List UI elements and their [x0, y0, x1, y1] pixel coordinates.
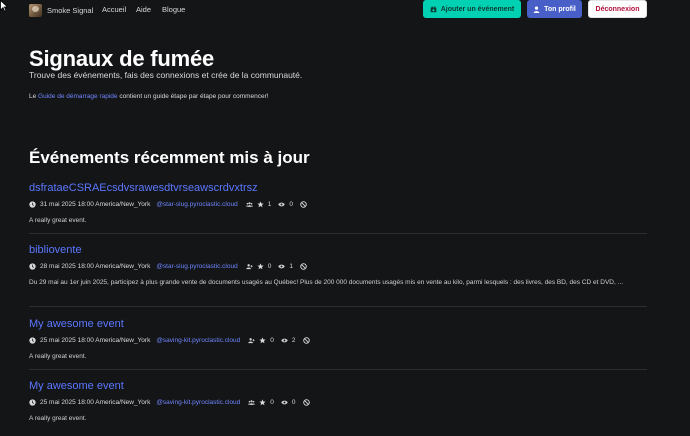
clock-icon [29, 262, 36, 270]
users-icon [245, 201, 253, 207]
event-item: bibliovente 28 mai 2025 18:00 America/Ne… [29, 240, 647, 288]
clock-icon [29, 398, 36, 406]
star-icon [257, 200, 264, 207]
event-description: A really great event. [29, 353, 87, 360]
event-title-link[interactable]: My awesome event [29, 318, 124, 330]
event-date: 31 mai 2025 18:00 America/New_York [40, 200, 151, 208]
star-count: 0 [270, 398, 274, 406]
divider [29, 306, 647, 307]
brand-logo-icon [29, 3, 42, 17]
event-date: 28 mai 2025 18:00 America/New_York [40, 262, 151, 270]
top-navbar: Smoke Signal Accueil Aide Blogue Ajouter… [0, 0, 690, 20]
view-count: 2 [291, 336, 296, 344]
star-count: 0 [267, 262, 272, 270]
users-icon [248, 399, 256, 405]
event-item: dsfrataeCSRAEcsdvsrawesdtvrseawscrdvxtrs… [29, 178, 647, 226]
guide-suffix: contient un guide étape par étape pour c… [117, 93, 269, 100]
guide-text: Le Guide de démarrage rapide contient un… [29, 93, 269, 100]
clock-icon [29, 336, 36, 344]
event-item: My awesome event 25 mai 2025 18:00 Ameri… [29, 314, 647, 362]
event-date: 25 mai 2025 18:00 America/New_York [40, 398, 151, 406]
view-count: 1 [289, 262, 293, 270]
star-count: 0 [270, 336, 274, 344]
brand-link[interactable]: Smoke Signal [29, 3, 93, 17]
event-meta: 28 mai 2025 18:00 America/New_York @star… [29, 261, 647, 271]
event-organizer-link[interactable]: @saving-kit.pyroclastic.cloud [156, 337, 240, 344]
event-organizer-link[interactable]: @star-slug.pyroclastic.cloud [156, 201, 237, 208]
nav-link-blog[interactable]: Blogue [162, 5, 185, 14]
brand-name: Smoke Signal [47, 5, 94, 15]
event-description: A really great event. [29, 217, 87, 224]
event-title-link[interactable]: bibliovente [29, 244, 82, 256]
user-icon [533, 5, 540, 13]
event-meta: 25 mai 2025 18:00 America/New_York @savi… [29, 397, 647, 407]
user-plus-icon [246, 263, 253, 269]
quickstart-guide-link[interactable]: Guide de démarrage rapide [38, 93, 118, 100]
nav-link-home[interactable]: Accueil [102, 5, 126, 14]
ban-icon [302, 398, 310, 406]
view-count: 0 [289, 200, 293, 208]
logout-button[interactable]: Déconnexion [588, 0, 647, 18]
event-organizer-link[interactable]: @star-slug.pyroclastic.cloud [156, 263, 237, 270]
event-item: My awesome event 25 mai 2025 18:00 Ameri… [29, 376, 647, 424]
ban-icon [300, 262, 307, 270]
event-meta: 25 mai 2025 18:00 America/New_York @savi… [29, 335, 647, 345]
guide-prefix: Le [29, 93, 39, 100]
profile-label: Ton profil [544, 5, 576, 13]
add-event-button[interactable]: Ajouter un événement [423, 0, 521, 18]
ban-icon [302, 336, 310, 344]
event-description: A really great event. [29, 415, 87, 422]
eye-icon [281, 338, 288, 342]
divider [29, 369, 647, 370]
star-icon [259, 398, 266, 405]
eye-icon [278, 202, 286, 206]
clock-icon [29, 200, 36, 208]
event-description: Du 29 mai au 1er juin 2025, participez à… [29, 279, 623, 286]
event-title-link[interactable]: My awesome event [29, 380, 124, 392]
divider [29, 233, 647, 234]
logout-label: Déconnexion [595, 5, 640, 13]
star-icon [257, 262, 264, 269]
profile-button[interactable]: Ton profil [527, 0, 582, 18]
eye-icon [278, 264, 286, 268]
nav-link-help[interactable]: Aide [136, 5, 151, 14]
user-plus-icon [248, 337, 255, 343]
event-organizer-link[interactable]: @saving-kit.pyroclastic.cloud [156, 399, 240, 406]
event-meta: 31 mai 2025 18:00 America/New_York @star… [29, 199, 647, 209]
ban-icon [300, 200, 307, 208]
section-title: Événements récemment mis à jour [29, 148, 310, 167]
calendar-plus-icon [430, 5, 437, 12]
event-date: 25 mai 2025 18:00 America/New_York [40, 336, 151, 344]
event-title-link[interactable]: dsfrataeCSRAEcsdvsrawesdtvrseawscrdvxtrs… [29, 182, 258, 194]
add-event-label: Ajouter un événement [440, 5, 515, 13]
star-count: 1 [267, 200, 272, 208]
page-title: Signaux de fumée [29, 46, 215, 71]
star-icon [259, 336, 266, 343]
page-subtitle: Trouve des événements, fais des connexio… [29, 70, 303, 80]
view-count: 0 [291, 398, 296, 406]
eye-icon [281, 400, 288, 404]
